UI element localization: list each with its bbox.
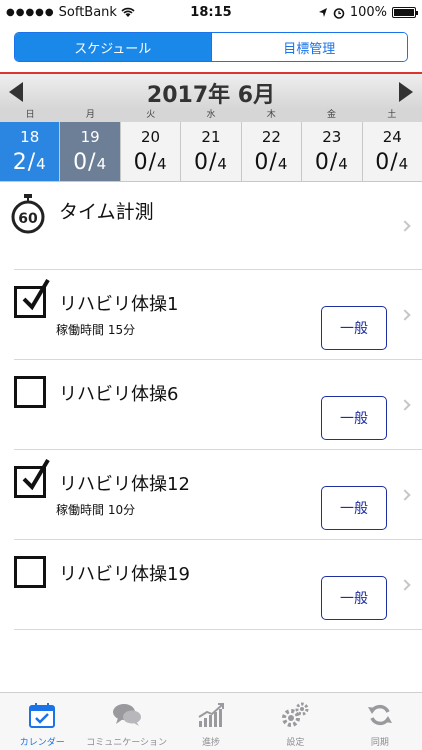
- tab-label: 同期: [370, 738, 389, 748]
- day-number: 19: [80, 128, 100, 146]
- checkmark-icon: [22, 278, 50, 311]
- task-row[interactable]: リハビリ体操6 一般: [14, 360, 422, 450]
- task-checkbox[interactable]: [14, 376, 46, 408]
- month-title: 2017年 6月: [146, 83, 276, 108]
- day-number: 22: [261, 128, 281, 146]
- general-button[interactable]: 一般: [321, 576, 387, 620]
- tab-label: カレンダー: [19, 738, 65, 748]
- day-number: 18: [20, 128, 40, 146]
- task-row[interactable]: リハビリ体操1 稼働時間 15分 一般: [14, 270, 422, 360]
- general-button[interactable]: 一般: [321, 486, 387, 530]
- day-progress: 0/4: [73, 150, 108, 175]
- weekday-fri: 金: [327, 110, 337, 120]
- tab-sync[interactable]: 同期: [338, 693, 422, 750]
- task-checkbox[interactable]: [14, 278, 50, 318]
- segment-schedule[interactable]: スケジュール: [15, 33, 211, 61]
- status-right: 100%: [318, 5, 418, 20]
- weekday-sun: 日: [25, 110, 35, 120]
- task-duration: 稼働時間 15分: [56, 323, 136, 337]
- chevron-right-icon: [399, 309, 411, 321]
- day-cell-18[interactable]: 18 2/4: [0, 122, 61, 181]
- calendar-icon: [29, 703, 56, 728]
- chevron-right-icon: [399, 489, 411, 501]
- tab-settings[interactable]: 設定: [253, 693, 337, 750]
- task-title: リハビリ体操1: [59, 294, 179, 315]
- day-progress: 0/4: [375, 150, 410, 175]
- battery-percent: 100%: [349, 5, 387, 20]
- day-cell-23[interactable]: 23 0/4: [302, 122, 363, 181]
- day-progress: 0/4: [133, 150, 168, 175]
- chevron-right-icon: [399, 399, 411, 411]
- day-cell-21[interactable]: 21 0/4: [181, 122, 242, 181]
- task-duration: 稼働時間 10分: [56, 503, 136, 517]
- weekday-mon: 月: [85, 110, 95, 120]
- general-button[interactable]: 一般: [321, 396, 387, 440]
- svg-text:60: 60: [18, 211, 38, 227]
- day-progress: 0/4: [314, 150, 349, 175]
- battery-icon: [392, 7, 418, 18]
- day-cell-20[interactable]: 20 0/4: [120, 122, 182, 181]
- weekday-row: 日 月 火 水 木 金 土: [0, 109, 422, 122]
- next-month-arrow-icon[interactable]: [399, 82, 413, 102]
- tab-bar: カレンダー コミュニケーション 進捗 設定 同期: [0, 692, 422, 750]
- progress-chart-icon: [198, 703, 225, 727]
- day-cell-22[interactable]: 22 0/4: [241, 122, 303, 181]
- day-number: 23: [322, 128, 342, 146]
- view-segmented-control: スケジュール 目標管理: [14, 32, 408, 62]
- day-progress: 0/4: [254, 150, 289, 175]
- day-cell-24[interactable]: 24 0/4: [362, 122, 422, 181]
- day-progress: 0/4: [193, 150, 228, 175]
- status-bar: ●●●●● SoftBank 18:15 100%: [0, 0, 422, 26]
- chevron-right-icon: [399, 220, 411, 232]
- day-progress: 2/4: [12, 150, 47, 175]
- tab-label: 進捗: [202, 738, 221, 748]
- weekday-sat: 土: [387, 110, 397, 120]
- stopwatch-icon: 60: [11, 194, 45, 234]
- task-row[interactable]: リハビリ体操19 一般: [14, 540, 422, 630]
- checkmark-icon: [22, 458, 50, 491]
- day-number: 20: [141, 128, 161, 146]
- task-checkbox[interactable]: [14, 556, 46, 588]
- chevron-right-icon: [399, 579, 411, 591]
- task-checkbox[interactable]: [14, 458, 50, 498]
- day-number: 24: [382, 128, 402, 146]
- month-header: 2017年 6月: [0, 74, 422, 109]
- weekday-thu: 木: [266, 110, 276, 120]
- tab-label: コミュニケーション: [86, 738, 168, 748]
- tab-communication[interactable]: コミュニケーション: [84, 693, 168, 750]
- tab-calendar[interactable]: カレンダー: [0, 693, 84, 750]
- task-title: リハビリ体操12: [59, 474, 190, 495]
- task-title: リハビリ体操6: [59, 384, 179, 405]
- task-title: リハビリ体操19: [59, 564, 190, 585]
- chat-bubbles-icon: [112, 704, 141, 726]
- day-cell-19[interactable]: 19 0/4: [60, 122, 121, 181]
- alarm-icon: [333, 7, 345, 19]
- tab-label: 設定: [286, 738, 305, 748]
- time-measurement-label: タイム計測: [59, 201, 154, 223]
- task-row[interactable]: リハビリ体操12 稼働時間 10分 一般: [14, 450, 422, 540]
- segment-goal-management[interactable]: 目標管理: [210, 33, 407, 61]
- tab-progress[interactable]: 進捗: [169, 693, 253, 750]
- weekday-wed: 水: [206, 110, 216, 120]
- general-button[interactable]: 一般: [321, 306, 387, 350]
- sync-icon: [367, 704, 392, 726]
- week-days-row: 18 2/4 19 0/4 20 0/4 21 0/4 22 0/4 23 0/…: [0, 122, 422, 182]
- day-number: 21: [201, 128, 221, 146]
- location-arrow-icon: [318, 8, 327, 17]
- weekday-tue: 火: [146, 110, 156, 120]
- gears-icon: [282, 702, 309, 727]
- time-measurement-row[interactable]: 60 タイム計測: [11, 186, 422, 270]
